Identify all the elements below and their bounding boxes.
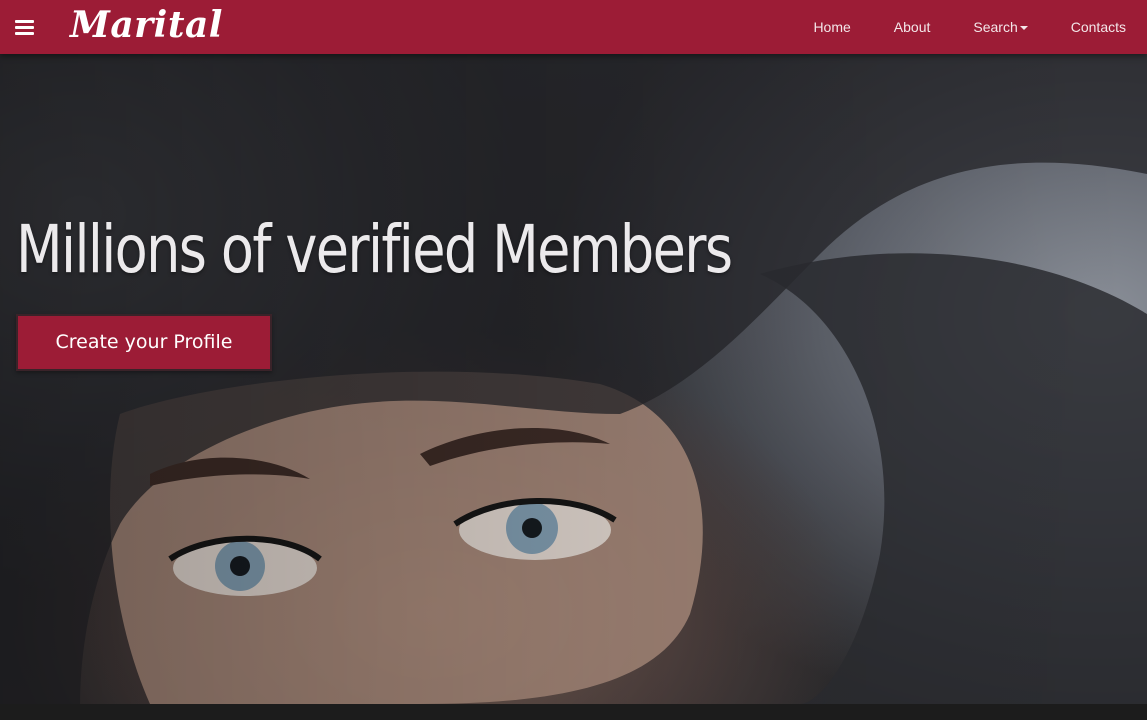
- hamburger-menu-icon[interactable]: [15, 19, 34, 35]
- nav-contacts-link[interactable]: Contacts: [1071, 0, 1147, 54]
- nav-home-link[interactable]: Home: [813, 0, 871, 54]
- top-navbar: Marital Home About Search Contacts: [0, 0, 1147, 54]
- nav-links: Home About Search Contacts: [791, 0, 1147, 54]
- caret-down-icon: [1019, 26, 1028, 31]
- hero-overlay: [0, 54, 1147, 704]
- brand-logo[interactable]: Marital: [70, 2, 223, 48]
- hamburger-bar: [15, 20, 34, 23]
- nav-about-link[interactable]: About: [894, 0, 952, 54]
- hero-section: Millions of verified Members Create your…: [0, 54, 1147, 704]
- nav-search-dropdown[interactable]: Search: [973, 0, 1048, 54]
- page: Marital Home About Search Contacts Milli…: [0, 0, 1147, 720]
- nav-about-label: About: [893, 19, 931, 35]
- hero-title: Millions of verified Members: [16, 211, 733, 288]
- hamburger-bar: [15, 26, 34, 29]
- hamburger-bar: [15, 32, 34, 35]
- footer-strip: [0, 704, 1147, 720]
- create-profile-button[interactable]: Create your Profile: [16, 314, 272, 371]
- nav-search-label: Search: [973, 19, 1018, 35]
